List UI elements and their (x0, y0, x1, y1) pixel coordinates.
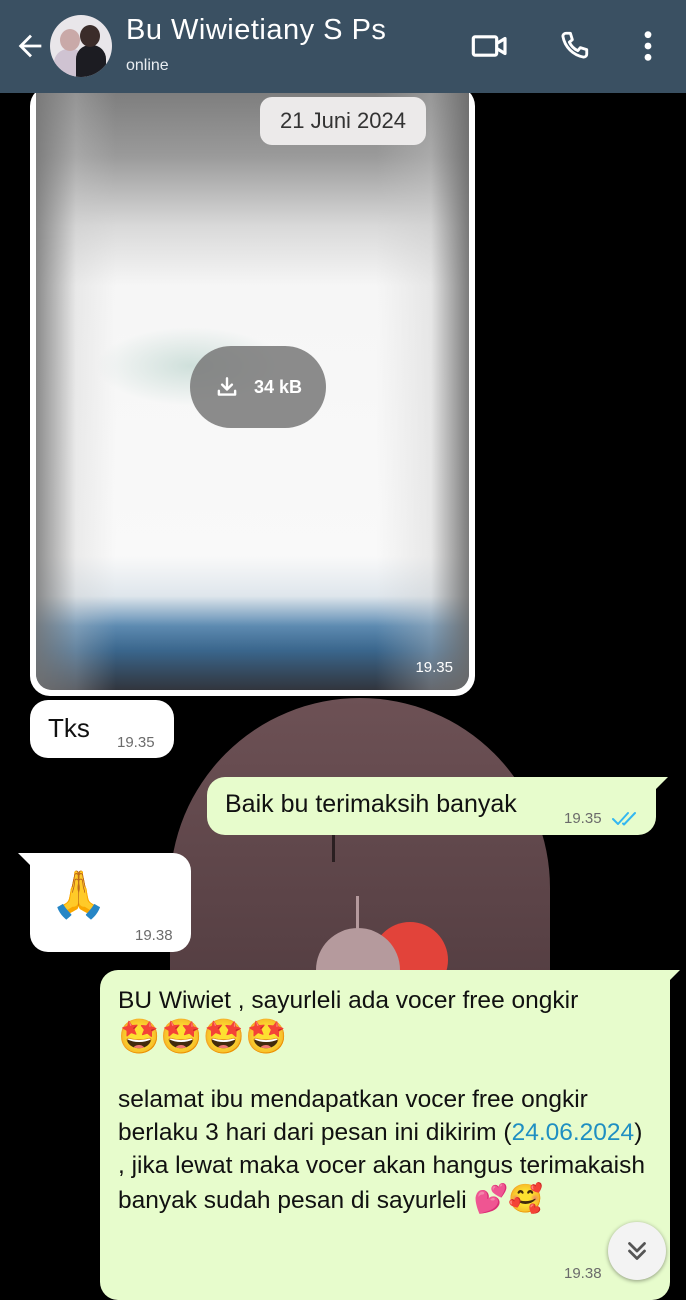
download-icon (217, 377, 237, 396)
scroll-to-bottom-button[interactable] (608, 1222, 666, 1280)
message-line: BU Wiwiet , sayurleli ada vocer free ong… (118, 987, 579, 1014)
bubble-tail (650, 777, 668, 795)
blurred-image-preview[interactable]: 34 kB 19.35 (36, 86, 469, 690)
wallpaper-spire (356, 896, 359, 932)
message-line: selamat ibu mendapatkan vocer free ongki… (118, 1086, 646, 1215)
message-text: Baik bu terimaksih banyak (225, 790, 517, 818)
message-time: 19.35 (564, 810, 602, 827)
read-ticks-icon (612, 812, 636, 826)
voice-call-icon[interactable] (550, 22, 598, 70)
contact-avatar[interactable] (50, 15, 112, 77)
message-time: 19.35 (117, 734, 155, 751)
chat-header: Bu Wiwietiany S Ps online (0, 0, 686, 93)
outgoing-message[interactable]: BU Wiwiet , sayurleli ada vocer free ong… (100, 970, 670, 1300)
back-arrow-icon[interactable] (10, 26, 50, 66)
star-struck-emojis: 🤩🤩🤩🤩 (118, 1017, 288, 1057)
heart-emojis: 💕🥰 (473, 1182, 544, 1215)
image-message[interactable]: 34 kB 19.35 (30, 86, 475, 696)
wallpaper-spire (332, 834, 335, 862)
file-size: 34 kB (253, 376, 303, 397)
date-chip: 21 Juni 2024 (260, 97, 426, 145)
more-options-icon[interactable] (624, 22, 672, 70)
contact-status: online (126, 57, 169, 74)
incoming-message[interactable]: Tks 19.35 (30, 700, 174, 758)
message-text: Tks (48, 713, 90, 743)
pray-emoji: 🙏 (50, 867, 108, 921)
message-time: 19.35 (415, 659, 453, 676)
video-call-icon[interactable] (466, 22, 514, 70)
download-button[interactable]: 34 kB (190, 346, 326, 428)
message-text: BU Wiwiet , sayurleli ada vocer free ong… (118, 984, 648, 1217)
message-time: 19.38 (135, 927, 173, 944)
incoming-message[interactable]: 🙏 19.38 (30, 853, 191, 952)
message-time: 19.38 (564, 1265, 602, 1282)
outgoing-message[interactable]: Baik bu terimaksih banyak 19.35 (207, 777, 656, 835)
contact-name[interactable]: Bu Wiwietiany S Ps (126, 14, 386, 47)
double-chevron-down-icon (628, 1242, 646, 1260)
date-link[interactable]: 24.06.2024 (512, 1119, 635, 1146)
